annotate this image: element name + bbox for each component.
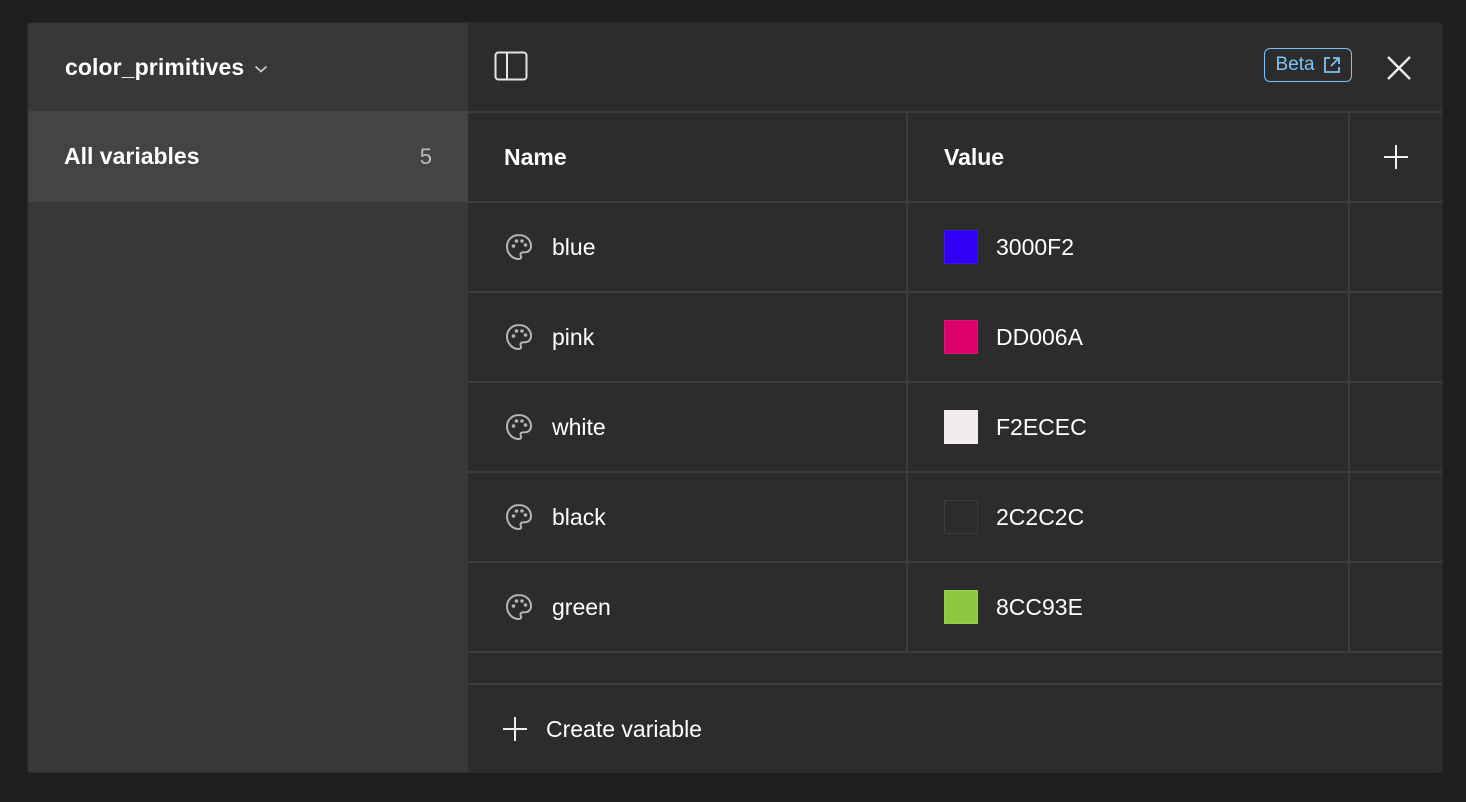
variable-name: black [552,503,606,530]
table-spacer [468,653,1442,685]
variable-name: white [552,413,606,440]
create-variable-label: Create variable [546,715,702,742]
table-row[interactable]: white F2ECEC [468,383,1442,473]
variables-modal: color_primitives All variables 5 Beta Na… [28,23,1442,772]
variable-value: F2ECEC [996,413,1087,440]
palette-icon [504,592,534,622]
empty-cell [1350,203,1442,291]
sidebar: color_primitives All variables 5 [28,23,468,772]
palette-icon [504,412,534,442]
variable-name-cell[interactable]: white [468,383,908,471]
variable-value: 2C2C2C [996,503,1085,530]
variable-value: 3000F2 [996,233,1075,260]
empty-cell [1350,383,1442,471]
add-mode-button[interactable] [1350,113,1442,201]
variable-value-cell[interactable]: F2ECEC [908,383,1350,471]
plus-icon [502,716,528,742]
variable-value-cell[interactable]: 3000F2 [908,203,1350,291]
variable-name: pink [552,323,595,350]
variable-value: DD006A [996,323,1083,350]
variable-value-cell[interactable]: 8CC93E [908,563,1350,651]
variable-value: 8CC93E [996,593,1083,620]
table-row[interactable]: green 8CC93E [468,563,1442,653]
variable-value-cell[interactable]: 2C2C2C [908,473,1350,561]
variable-name-cell[interactable]: green [468,563,908,651]
color-swatch[interactable] [944,230,978,264]
sidebar-item-count: 5 [419,143,432,169]
color-swatch[interactable] [944,410,978,444]
color-swatch[interactable] [944,590,978,624]
variable-name: green [552,593,611,620]
empty-cell [1350,473,1442,561]
empty-cell [1350,563,1442,651]
chevron-down-icon [254,64,268,74]
collection-name: color_primitives [65,53,245,80]
close-icon[interactable] [1384,53,1414,83]
create-variable-button[interactable]: Create variable [468,685,1442,772]
palette-icon [504,322,534,352]
variable-value-cell[interactable]: DD006A [908,293,1350,381]
variable-name-cell[interactable]: pink [468,293,908,381]
variable-name: blue [552,233,596,260]
main-panel: Beta Name Value blue 3000F2 pink DD006A … [468,23,1442,772]
sidebar-toggle-icon[interactable] [494,51,528,81]
beta-label: Beta [1275,54,1315,75]
column-header-name: Name [468,113,908,201]
palette-icon [504,232,534,262]
table-row[interactable]: black 2C2C2C [468,473,1442,563]
collection-dropdown[interactable]: color_primitives [28,23,468,111]
toolbar: Beta [468,23,1442,113]
sidebar-item-all-variables[interactable]: All variables 5 [28,111,468,202]
table-row[interactable]: blue 3000F2 [468,203,1442,293]
plus-icon [1383,144,1409,170]
sidebar-item-label: All variables [64,143,200,169]
column-header-value: Value [908,113,1350,201]
table-header-row: Name Value [468,113,1442,203]
variable-name-cell[interactable]: black [468,473,908,561]
variable-name-cell[interactable]: blue [468,203,908,291]
external-link-icon [1323,56,1341,74]
color-swatch[interactable] [944,320,978,354]
color-swatch[interactable] [944,500,978,534]
variables-table: Name Value blue 3000F2 pink DD006A white… [468,113,1442,772]
empty-cell [1350,293,1442,381]
table-row[interactable]: pink DD006A [468,293,1442,383]
palette-icon [504,502,534,532]
beta-badge[interactable]: Beta [1264,48,1352,82]
